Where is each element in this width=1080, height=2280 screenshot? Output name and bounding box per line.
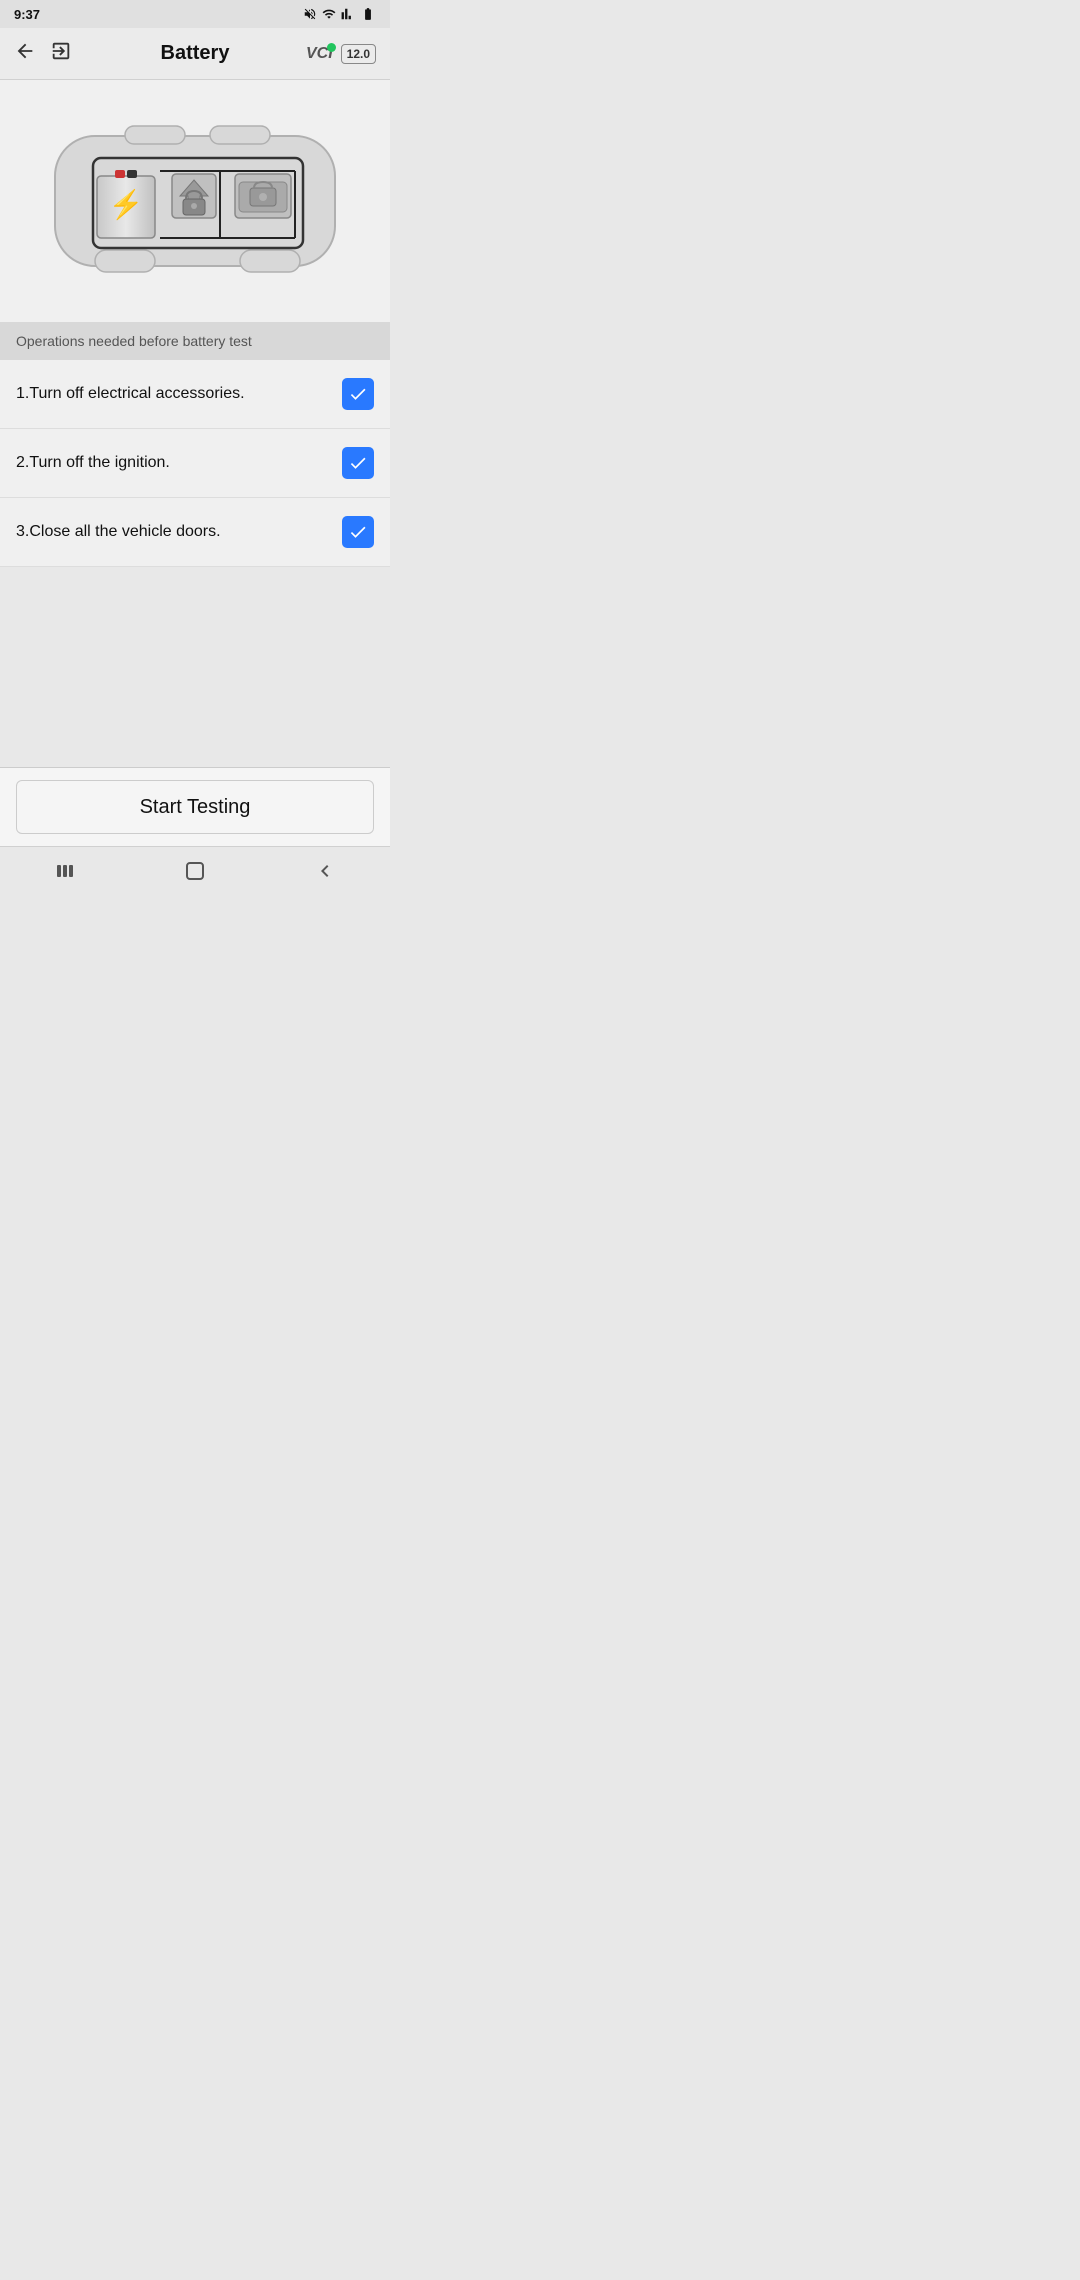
version-box: 12.0 (341, 44, 376, 64)
car-diagram-svg: ⚡ (25, 96, 365, 306)
menu-lines-icon (53, 859, 77, 883)
empty-content-area (0, 567, 390, 767)
vci-connected-dot (327, 43, 336, 52)
status-time: 9:37 (14, 7, 40, 22)
check-item-1-text: 1.Turn off electrical accessories. (16, 385, 245, 403)
checkbox-3[interactable] (342, 516, 374, 548)
bottom-nav-menu-button[interactable] (35, 851, 95, 891)
nav-right: VCI 12.0 (306, 44, 376, 64)
bottom-nav-home-button[interactable] (165, 851, 225, 891)
back-chevron-icon (313, 859, 337, 883)
car-diagram: ⚡ (0, 80, 390, 322)
check-item-1[interactable]: 1.Turn off electrical accessories. (0, 360, 390, 429)
vci-badge: VCI (306, 45, 333, 63)
back-button[interactable] (14, 40, 36, 67)
nav-left (14, 40, 72, 67)
svg-text:⚡: ⚡ (109, 188, 144, 221)
checklist: 1.Turn off electrical accessories. 2.Tur… (0, 360, 390, 567)
export-button[interactable] (50, 40, 72, 67)
home-square-icon (183, 859, 207, 883)
check-item-3-text: 3.Close all the vehicle doors. (16, 523, 221, 541)
page-title: Battery (161, 42, 230, 65)
start-testing-button[interactable]: Start Testing (16, 780, 374, 834)
wifi-icon (322, 7, 336, 21)
checkbox-1[interactable] (342, 378, 374, 410)
signal-icon (341, 7, 355, 21)
status-bar: 9:37 (0, 0, 390, 28)
section-header: Operations needed before battery test (0, 322, 390, 360)
section-header-text: Operations needed before battery test (16, 333, 252, 349)
checkmark-icon-1 (348, 384, 368, 404)
check-item-2-text: 2.Turn off the ignition. (16, 454, 170, 472)
device-battery-icon (360, 7, 376, 21)
checkmark-icon-2 (348, 453, 368, 473)
mute-icon (303, 7, 317, 21)
status-icons (303, 7, 376, 21)
checkbox-2[interactable] (342, 447, 374, 479)
bottom-nav (0, 846, 390, 894)
nav-bar: Battery VCI 12.0 (0, 28, 390, 80)
check-item-2[interactable]: 2.Turn off the ignition. (0, 429, 390, 498)
bottom-nav-back-button[interactable] (295, 851, 355, 891)
checkmark-icon-3 (348, 522, 368, 542)
start-button-container: Start Testing (0, 767, 390, 846)
check-item-3[interactable]: 3.Close all the vehicle doors. (0, 498, 390, 567)
